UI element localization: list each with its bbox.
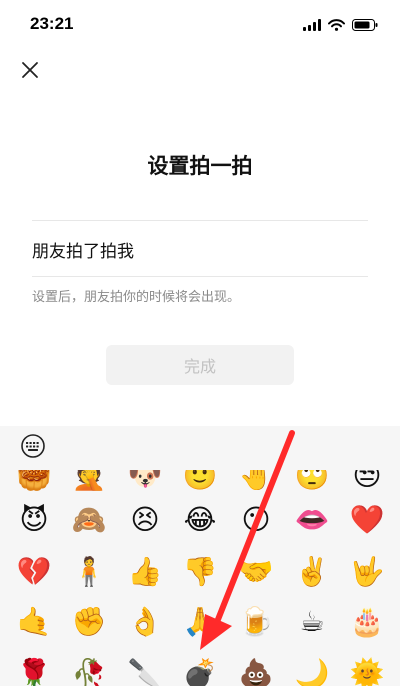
emoji-item[interactable]: 👎 bbox=[172, 544, 228, 600]
emoji-panel-toolbar bbox=[0, 426, 400, 470]
pat-text-input[interactable] bbox=[32, 222, 368, 276]
signal-icon bbox=[303, 16, 321, 35]
emoji-item[interactable]: 🍺 bbox=[228, 594, 284, 650]
emoji-item[interactable]: 👄 bbox=[284, 492, 340, 548]
close-icon bbox=[21, 61, 39, 83]
emoji-item[interactable]: 🌙 bbox=[284, 646, 340, 686]
emoji-item[interactable]: 👌 bbox=[117, 594, 173, 650]
emoji-panel: 🥮 🤦 🐶 🙂 🤚 🙄 😒 😈 🙈 😣 😂 😶 👄 ❤️ 💔 🧍 👍 👎 🤝 ✌️ 🤟 🤙 ✊ 👌 🙏 🍺 ☕ 🎂 🌹 🥀 🔪 💣 💩 🌙 🌞 bbox=[0, 426, 400, 686]
emoji-item[interactable]: 🧍 bbox=[61, 544, 117, 600]
battery-icon bbox=[352, 16, 378, 35]
emoji-item[interactable]: 🔪 bbox=[117, 646, 173, 686]
emoji-item[interactable]: 👍 bbox=[117, 544, 173, 600]
emoji-item[interactable]: ☕ bbox=[284, 594, 340, 650]
emoji-item[interactable]: 🎂 bbox=[339, 594, 395, 650]
keyboard-icon bbox=[19, 434, 47, 462]
page-title: 设置拍一拍 bbox=[147, 154, 253, 178]
hint-text: 设置后，朋友拍你的时候将会出现。 bbox=[32, 290, 241, 305]
emoji-item[interactable]: 😶 bbox=[228, 492, 284, 548]
emoji-item[interactable]: ❤️ bbox=[339, 492, 395, 548]
emoji-item[interactable]: ✌️ bbox=[284, 544, 340, 600]
keyboard-toggle-button[interactable] bbox=[18, 434, 48, 462]
emoji-item[interactable]: 🙏 bbox=[172, 594, 228, 650]
divider-top bbox=[32, 220, 368, 221]
wifi-icon bbox=[328, 16, 345, 35]
emoji-item[interactable]: ✊ bbox=[61, 594, 117, 650]
emoji-item[interactable]: 🙈 bbox=[61, 492, 117, 548]
emoji-item[interactable]: 🤝 bbox=[228, 544, 284, 600]
emoji-item[interactable]: 🌹 bbox=[6, 646, 62, 686]
status-bar: 23:21 bbox=[0, 0, 400, 46]
status-time: 23:21 bbox=[30, 14, 74, 33]
emoji-item[interactable]: 😂 bbox=[172, 492, 228, 548]
emoji-grid: 🥮 🤦 🐶 🙂 🤚 🙄 😒 😈 🙈 😣 😂 😶 👄 ❤️ 💔 🧍 👍 👎 🤝 ✌️ 🤟 🤙 ✊ 👌 🙏 🍺 ☕ 🎂 🌹 🥀 🔪 💣 💩 🌙 🌞 bbox=[0, 470, 400, 686]
emoji-item[interactable]: 💔 bbox=[6, 544, 62, 600]
emoji-item[interactable]: 😈 bbox=[6, 492, 62, 548]
done-button[interactable]: 完成 bbox=[106, 345, 294, 385]
emoji-item[interactable]: 🌞 bbox=[339, 646, 395, 686]
emoji-item[interactable]: 🤙 bbox=[6, 594, 62, 650]
emoji-item[interactable]: 🥀 bbox=[61, 646, 117, 686]
emoji-item[interactable]: 🤟 bbox=[339, 544, 395, 600]
emoji-item[interactable]: 💩 bbox=[228, 646, 284, 686]
close-button[interactable] bbox=[16, 58, 44, 86]
divider-bottom bbox=[32, 276, 368, 277]
emoji-item[interactable]: 💣 bbox=[172, 646, 228, 686]
status-icons bbox=[303, 16, 378, 35]
emoji-item[interactable]: 😣 bbox=[117, 492, 173, 548]
